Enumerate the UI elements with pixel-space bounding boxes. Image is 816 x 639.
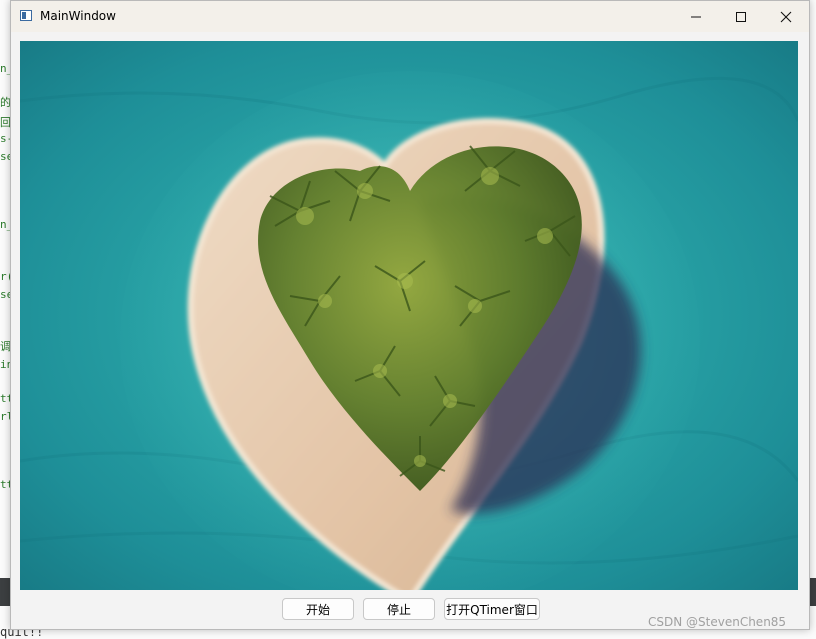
maximize-button[interactable] xyxy=(719,1,763,32)
main-window: MainWindow 开始 停止 打开QTimer窗口 xyxy=(10,0,810,630)
csdn-watermark: CSDN @StevenChen85 xyxy=(648,615,787,629)
start-button[interactable]: 开始 xyxy=(282,598,354,620)
close-icon xyxy=(780,11,792,22)
maximize-icon xyxy=(736,11,746,22)
minimize-button[interactable] xyxy=(674,1,718,32)
window-title: MainWindow xyxy=(40,9,116,23)
heart-island-image xyxy=(20,71,798,590)
close-button[interactable] xyxy=(764,1,808,32)
minimize-icon xyxy=(691,16,701,17)
image-display-label xyxy=(20,41,798,590)
open-qtimer-window-button[interactable]: 打开QTimer窗口 xyxy=(444,598,540,620)
title-bar[interactable]: MainWindow xyxy=(11,1,809,32)
stop-button[interactable]: 停止 xyxy=(363,598,435,620)
app-window-icon xyxy=(20,10,32,21)
